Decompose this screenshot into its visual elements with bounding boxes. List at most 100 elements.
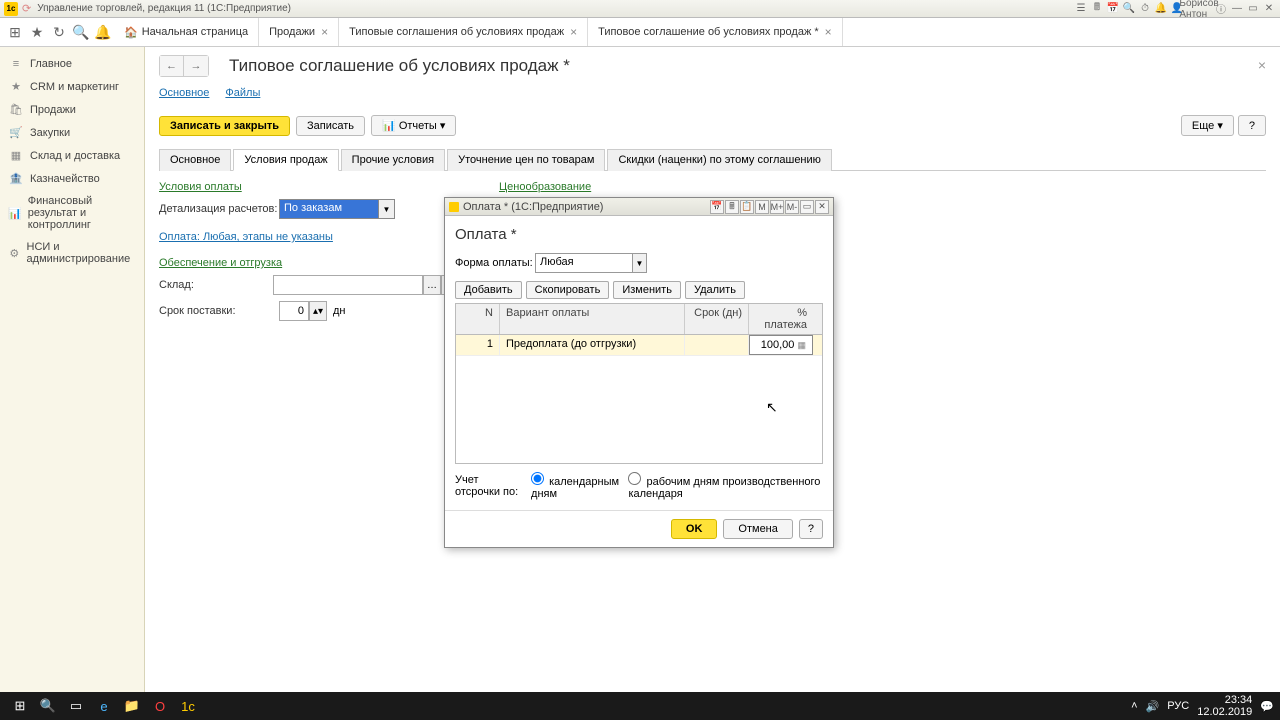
calc-icon[interactable]: 🖩 bbox=[725, 200, 739, 214]
chevron-down-icon[interactable]: ▼ bbox=[632, 254, 646, 272]
col-term[interactable]: Срок (дн) bbox=[685, 304, 749, 334]
copy-button[interactable]: Скопировать bbox=[526, 281, 610, 299]
delivery-input[interactable] bbox=[279, 301, 309, 321]
add-button[interactable]: Добавить bbox=[455, 281, 522, 299]
maximize-icon[interactable]: ▭ bbox=[800, 200, 814, 214]
toolbar-icon[interactable]: 🔍 bbox=[1122, 2, 1136, 16]
close-icon[interactable]: × bbox=[570, 25, 577, 39]
col-pct[interactable]: % платежа bbox=[749, 304, 813, 334]
payment-form-select[interactable]: Любая ▼ bbox=[535, 253, 647, 273]
detail-dropdown[interactable]: По заказам ▼ bbox=[279, 199, 395, 219]
close-icon[interactable]: ✕ bbox=[1262, 2, 1276, 16]
payment-link[interactable]: Оплата: Любая, этапы не указаны bbox=[159, 231, 333, 243]
edge-icon[interactable]: e bbox=[90, 694, 118, 718]
save-close-button[interactable]: Записать и закрыть bbox=[159, 116, 290, 136]
edit-button[interactable]: Изменить bbox=[613, 281, 681, 299]
toolbar-icon[interactable]: 🖩 bbox=[1090, 2, 1104, 16]
toolbar-icon[interactable]: ☰ bbox=[1074, 2, 1088, 16]
back-button[interactable]: ← bbox=[160, 56, 184, 76]
radio-workdays[interactable]: рабочим дням производственного календаря bbox=[628, 472, 823, 500]
radio-calendar-input[interactable] bbox=[531, 472, 544, 485]
itab-sales-terms[interactable]: Условия продаж bbox=[233, 149, 338, 171]
payment-form-value: Любая bbox=[536, 254, 632, 272]
tab-agreement-edit[interactable]: Типовое соглашение об условиях продаж *× bbox=[588, 18, 843, 46]
search-icon[interactable]: 🔍 bbox=[70, 21, 92, 43]
subnav-main[interactable]: Основное bbox=[159, 87, 209, 103]
close-icon[interactable]: × bbox=[825, 25, 832, 39]
itab-discounts[interactable]: Скидки (наценки) по этому соглашению bbox=[607, 149, 831, 171]
calc-icon[interactable]: 📅 bbox=[710, 200, 724, 214]
tab-sales[interactable]: Продажи× bbox=[259, 18, 339, 46]
m-plus-button[interactable]: M+ bbox=[770, 200, 784, 214]
itab-other[interactable]: Прочие условия bbox=[341, 149, 445, 171]
save-button[interactable]: Записать bbox=[296, 116, 365, 136]
close-icon[interactable]: × bbox=[321, 25, 328, 39]
cell-variant[interactable]: Предоплата (до отгрузки) bbox=[500, 335, 685, 355]
sidebar: ≡Главное ★CRM и маркетинг 🛍Продажи 🛒Заку… bbox=[0, 47, 145, 692]
sidebar-item-finance[interactable]: 📊Финансовый результат и контроллинг bbox=[0, 190, 144, 236]
sidebar-item-admin[interactable]: ⚙НСИ и администрирование bbox=[0, 236, 144, 270]
chevron-down-icon[interactable]: ▼ bbox=[378, 200, 394, 218]
cart-icon: 🛒 bbox=[8, 126, 24, 139]
sidebar-item-main[interactable]: ≡Главное bbox=[0, 53, 144, 75]
search-icon[interactable]: 🔍 bbox=[34, 694, 62, 718]
cell-term[interactable] bbox=[685, 335, 749, 355]
bell-icon[interactable]: 🔔 bbox=[92, 21, 114, 43]
delete-button[interactable]: Удалить bbox=[685, 281, 745, 299]
tab-agreements-list[interactable]: Типовые соглашения об условиях продаж× bbox=[339, 18, 588, 46]
forward-button[interactable]: → bbox=[184, 56, 208, 76]
grid-body[interactable]: 1 Предоплата (до отгрузки) 100,00 ▦ bbox=[456, 335, 822, 463]
radio-workdays-input[interactable] bbox=[628, 472, 641, 485]
minimize-icon[interactable]: — bbox=[1230, 2, 1244, 16]
subnav-files[interactable]: Файлы bbox=[225, 87, 260, 103]
col-n[interactable]: N bbox=[456, 304, 500, 334]
app-icon[interactable]: 1c bbox=[174, 694, 202, 718]
sidebar-item-warehouse[interactable]: ▦Склад и доставка bbox=[0, 144, 144, 167]
more-button[interactable]: Еще ▾ bbox=[1181, 115, 1234, 136]
help-button[interactable]: ? bbox=[1238, 115, 1266, 136]
m-minus-button[interactable]: M- bbox=[785, 200, 799, 214]
maximize-icon[interactable]: ▭ bbox=[1246, 2, 1260, 16]
notifications-icon[interactable]: 💬 bbox=[1260, 700, 1274, 713]
close-icon[interactable]: ✕ bbox=[815, 200, 829, 214]
lang-indicator[interactable]: РУС bbox=[1167, 700, 1189, 712]
col-variant[interactable]: Вариант оплаты bbox=[500, 304, 685, 334]
warehouse-input[interactable] bbox=[273, 275, 423, 295]
warehouse-ellipsis[interactable]: … bbox=[423, 275, 441, 295]
page-close-icon[interactable]: × bbox=[1258, 57, 1266, 73]
star-icon[interactable]: ★ bbox=[26, 21, 48, 43]
tray-chevron-icon[interactable]: ˄ bbox=[1131, 700, 1137, 712]
spinner-button[interactable]: ▴▾ bbox=[309, 301, 327, 321]
start-button[interactable]: ⊞ bbox=[6, 694, 34, 718]
history-icon[interactable]: ↻ bbox=[48, 21, 70, 43]
sidebar-item-treasury[interactable]: 🏦Казначейство bbox=[0, 167, 144, 190]
itab-prices[interactable]: Уточнение цен по товарам bbox=[447, 149, 605, 171]
toolbar-icon[interactable]: ⏱ bbox=[1138, 2, 1152, 16]
reports-button[interactable]: 📊 Отчеты ▾ bbox=[371, 115, 456, 136]
volume-icon[interactable]: 🔊 bbox=[1146, 700, 1160, 713]
calc-icon[interactable]: ▦ bbox=[797, 340, 806, 350]
sidebar-item-sales[interactable]: 🛍Продажи bbox=[0, 98, 144, 121]
radio-calendar[interactable]: календарным дням bbox=[531, 472, 622, 500]
info-icon[interactable]: ⓘ bbox=[1214, 2, 1228, 16]
explorer-icon[interactable]: 📁 bbox=[118, 694, 146, 718]
home-link[interactable]: 🏠Начальная страница bbox=[114, 18, 259, 46]
m-button[interactable]: M bbox=[755, 200, 769, 214]
chart-icon: 📊 bbox=[8, 207, 22, 220]
toolbar-icon[interactable]: 📅 bbox=[1106, 2, 1120, 16]
itab-main[interactable]: Основное bbox=[159, 149, 231, 171]
toolbar-icon[interactable]: 🔔 bbox=[1154, 2, 1168, 16]
cancel-button[interactable]: Отмена bbox=[723, 519, 792, 539]
sidebar-item-purchases[interactable]: 🛒Закупки bbox=[0, 121, 144, 144]
ok-button[interactable]: OK bbox=[671, 519, 718, 539]
help-button[interactable]: ? bbox=[799, 519, 823, 539]
sidebar-item-crm[interactable]: ★CRM и маркетинг bbox=[0, 75, 144, 98]
apps-icon[interactable]: ⊞ bbox=[4, 21, 26, 43]
cell-pct[interactable]: 100,00 ▦ bbox=[749, 335, 813, 355]
opera-icon[interactable]: O bbox=[146, 694, 174, 718]
calc-icon[interactable]: 📋 bbox=[740, 200, 754, 214]
taskview-icon[interactable]: ▭ bbox=[62, 694, 90, 718]
table-row[interactable]: 1 Предоплата (до отгрузки) 100,00 ▦ bbox=[456, 335, 822, 356]
clock[interactable]: 23:34 12.02.2019 bbox=[1197, 694, 1252, 718]
dialog-titlebar[interactable]: Оплата * (1С:Предприятие) 📅 🖩 📋 M M+ M- … bbox=[445, 198, 833, 216]
